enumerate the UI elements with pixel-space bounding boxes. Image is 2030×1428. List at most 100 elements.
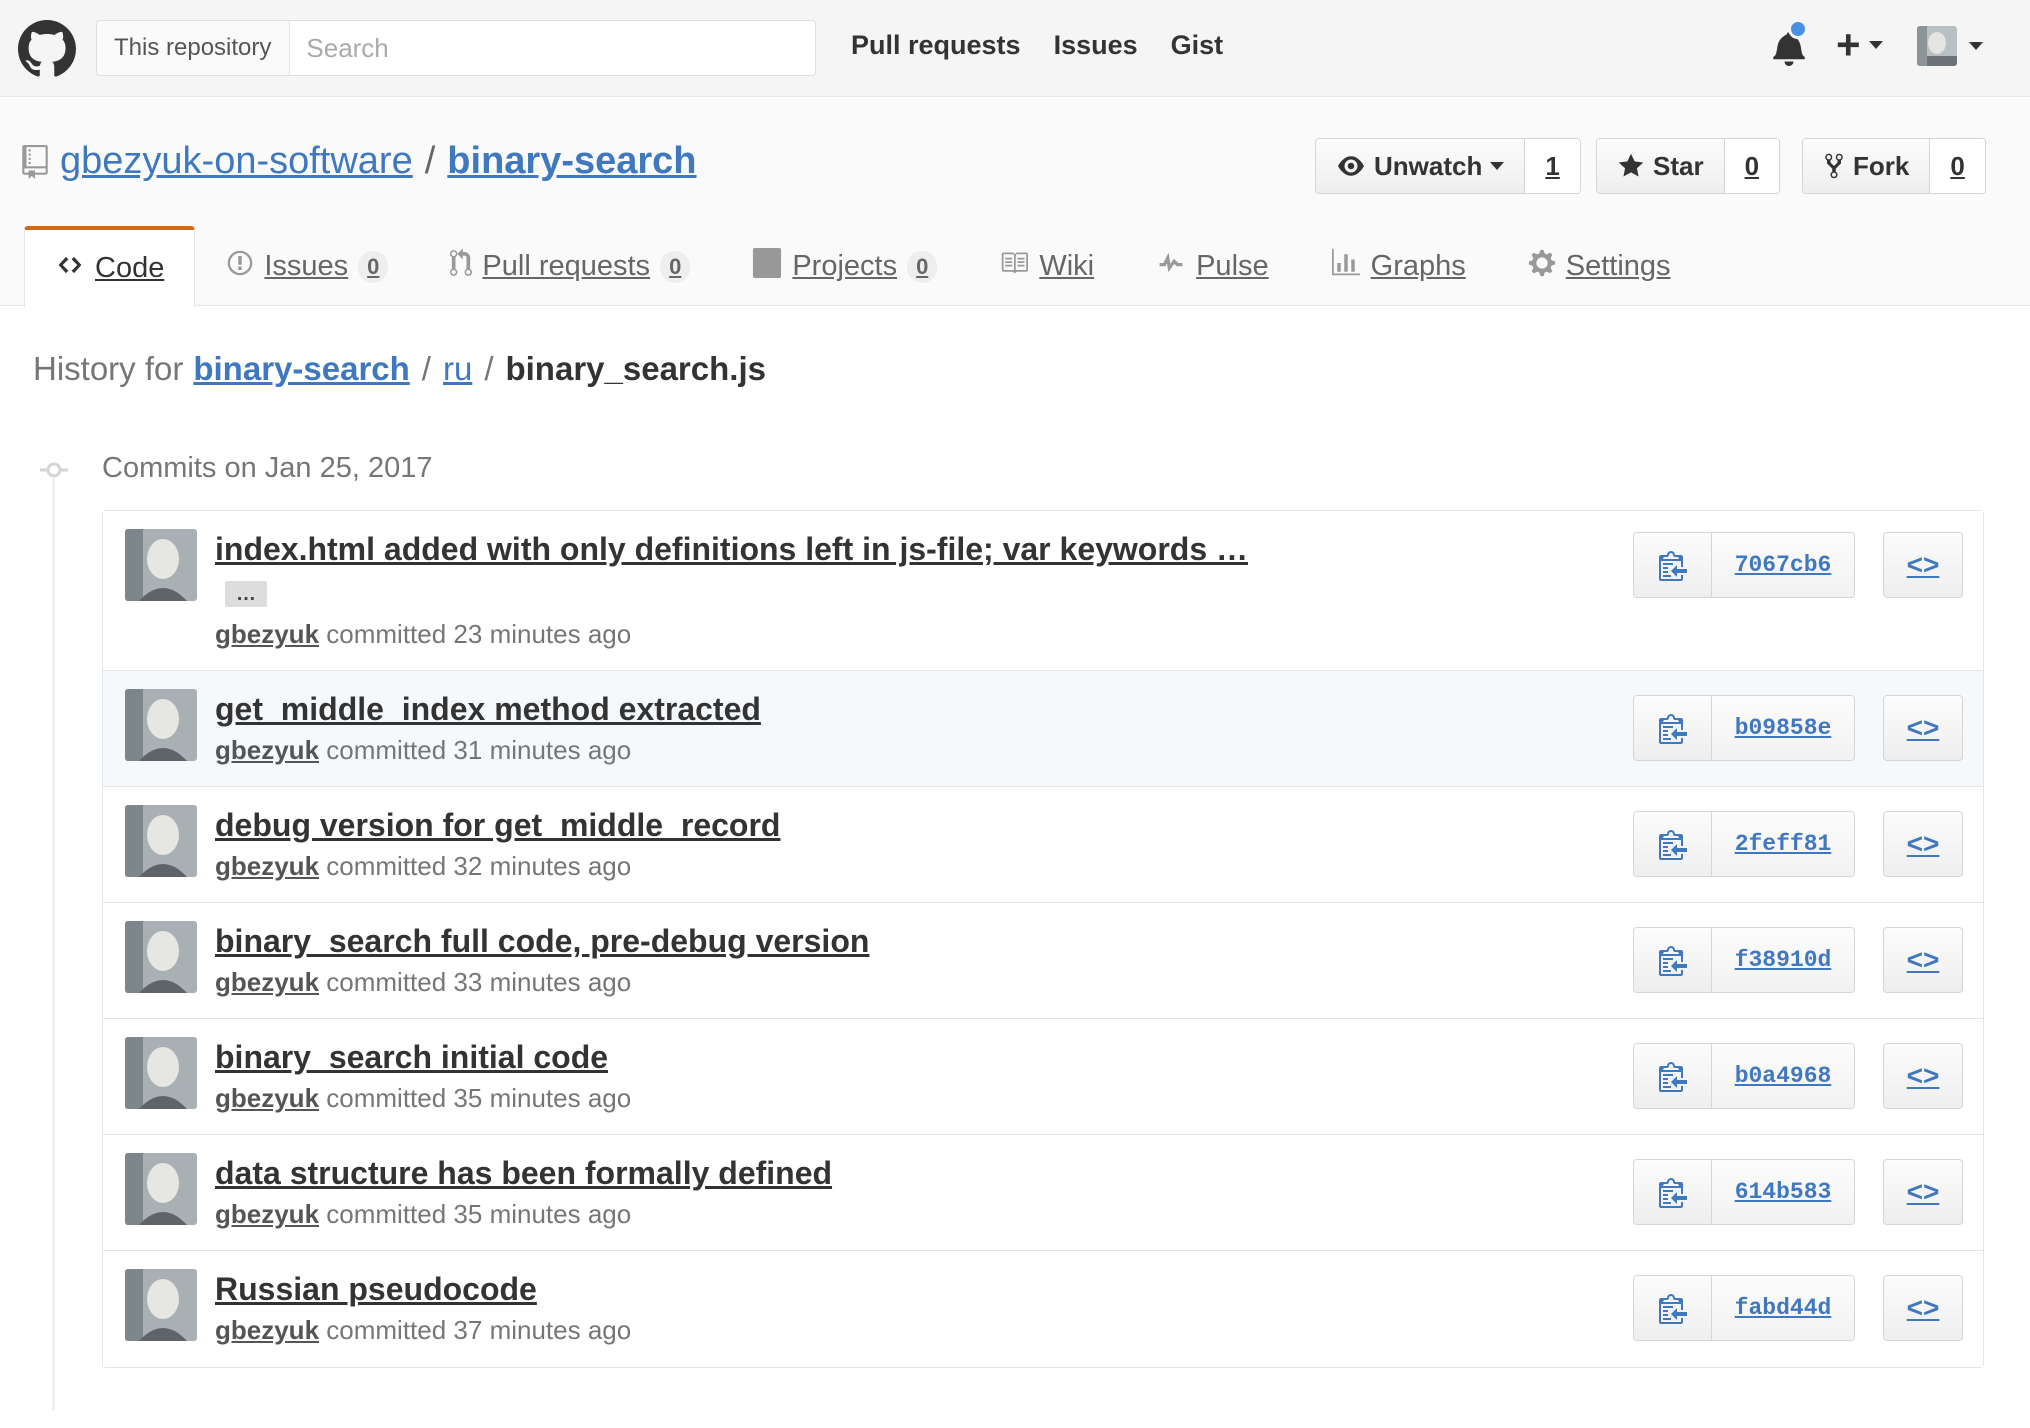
commit-author-link[interactable]: gbezyuk [215, 735, 319, 765]
header-nav-pull-requests[interactable]: Pull requests [851, 30, 1021, 61]
commit-sha-link[interactable]: b0a4968 [1712, 1044, 1854, 1108]
commit-row: binary_search full code, pre-debug versi… [103, 903, 1983, 1019]
copy-sha-button[interactable] [1634, 1276, 1712, 1340]
watch-button-group: Unwatch 1 [1315, 138, 1581, 194]
commit-message-link[interactable]: binary_search initial code [215, 1039, 608, 1076]
commit-author-link[interactable]: gbezyuk [215, 1199, 319, 1229]
pulse-icon [1156, 250, 1186, 284]
avatar[interactable] [125, 805, 197, 877]
repo-owner-link[interactable]: gbezyuk-on-software [60, 140, 413, 183]
browse-files-button[interactable]: <> [1883, 695, 1963, 761]
copy-sha-button[interactable] [1634, 1044, 1712, 1108]
browse-files-button[interactable]: <> [1883, 811, 1963, 877]
commit-message-link[interactable]: index.html added with only definitions l… [215, 531, 1248, 568]
tab-label: Code [95, 252, 165, 284]
watchers-count[interactable]: 1 [1525, 139, 1580, 193]
commit-message-link[interactable]: data structure has been formally defined [215, 1155, 832, 1192]
commit-meta: gbezyuk committed 31 minutes ago [215, 735, 631, 766]
fork-icon [1825, 153, 1843, 179]
commit-row: debug version for get_middle_record gbez… [103, 787, 1983, 903]
avatar[interactable] [125, 689, 197, 761]
sha-button-group: 2feff81 [1633, 811, 1855, 877]
search-input[interactable] [290, 21, 815, 75]
eye-icon [1338, 156, 1364, 176]
commit-sha-link[interactable]: 2feff81 [1712, 812, 1854, 876]
commit-sha-link[interactable]: 614b583 [1712, 1160, 1854, 1224]
browse-files-button[interactable]: <> [1883, 927, 1963, 993]
commit-author-link[interactable]: gbezyuk [215, 619, 319, 649]
forks-count[interactable]: 0 [1930, 139, 1985, 193]
avatar[interactable] [125, 1153, 197, 1225]
browse-files-button[interactable]: <> [1883, 1275, 1963, 1341]
browse-files-button[interactable]: <> [1883, 1043, 1963, 1109]
commit-sha-link[interactable]: b09858e [1712, 696, 1854, 760]
caret-down-icon [1490, 162, 1505, 170]
sha-button-group: fabd44d [1633, 1275, 1855, 1341]
breadcrumb: History for binary-search / ru / binary_… [33, 350, 766, 388]
copy-sha-button[interactable] [1634, 1160, 1712, 1224]
avatar[interactable] [125, 1269, 197, 1341]
commit-author-link[interactable]: gbezyuk [215, 851, 319, 881]
user-dropdown[interactable] [1917, 26, 1983, 66]
graph-icon [1331, 248, 1361, 285]
commit-row: get_middle_index method extracted gbezyu… [103, 671, 1983, 787]
commit-message-link[interactable]: Russian pseudocode [215, 1271, 537, 1308]
repo-name-link[interactable]: binary-search [447, 140, 696, 183]
path-separator: / [421, 350, 431, 387]
tab-label: Graphs [1370, 250, 1466, 282]
header-search: This repository [96, 20, 816, 76]
create-new-dropdown[interactable]: + [1836, 24, 1883, 66]
search-scope-label[interactable]: This repository [97, 21, 291, 75]
header-nav-issues[interactable]: Issues [1054, 30, 1138, 61]
tab-graphs[interactable]: Graphs [1300, 226, 1497, 306]
commit-links: 2feff81 <> [1633, 811, 1963, 877]
star-button[interactable]: Star [1597, 139, 1725, 193]
tab-pulse[interactable]: Pulse [1125, 226, 1300, 306]
commit-links: 614b583 <> [1633, 1159, 1963, 1225]
copy-sha-button[interactable] [1634, 928, 1712, 992]
header-nav-gist[interactable]: Gist [1171, 30, 1224, 61]
commit-sha-link[interactable]: 7067cb6 [1712, 533, 1854, 597]
sha-button-group: f38910d [1633, 927, 1855, 993]
avatar [1917, 26, 1957, 66]
commit-message-link[interactable]: get_middle_index method extracted [215, 691, 761, 728]
avatar[interactable] [125, 1037, 197, 1109]
expand-message-button[interactable]: … [225, 581, 267, 607]
clippy-icon [1658, 830, 1687, 860]
breadcrumb-dir-link[interactable]: ru [443, 350, 472, 388]
clippy-icon [1658, 1294, 1687, 1324]
tab-issues[interactable]: Issues 0 [195, 226, 419, 306]
commit-links: fabd44d <> [1633, 1275, 1963, 1341]
site-header: This repository Pull requests Issues Gis… [0, 0, 2030, 97]
tab-pull-requests[interactable]: Pull requests 0 [419, 226, 721, 306]
copy-sha-button[interactable] [1634, 812, 1712, 876]
commit-author-link[interactable]: gbezyuk [215, 1083, 319, 1113]
commit-row: data structure has been formally defined… [103, 1135, 1983, 1251]
commit-verb: committed [326, 1199, 447, 1229]
github-logo-icon[interactable] [18, 20, 76, 78]
commit-meta: gbezyuk committed 23 minutes ago [215, 619, 631, 650]
tab-settings[interactable]: Settings [1497, 226, 1702, 306]
avatar[interactable] [125, 529, 197, 601]
commit-sha-link[interactable]: fabd44d [1712, 1276, 1854, 1340]
commit-author-link[interactable]: gbezyuk [215, 967, 319, 997]
fork-button[interactable]: Fork [1803, 139, 1931, 193]
star-button-group: Star 0 [1596, 138, 1781, 194]
commit-message-link[interactable]: debug version for get_middle_record [215, 807, 780, 844]
tab-projects[interactable]: Projects 0 [721, 226, 968, 306]
commit-author-link[interactable]: gbezyuk [215, 1315, 319, 1345]
unwatch-button[interactable]: Unwatch [1316, 139, 1526, 193]
avatar[interactable] [125, 921, 197, 993]
issue-icon [226, 249, 254, 285]
copy-sha-button[interactable] [1634, 696, 1712, 760]
tab-wiki[interactable]: Wiki [968, 226, 1125, 306]
plus-icon: + [1836, 21, 1861, 68]
copy-sha-button[interactable] [1634, 533, 1712, 597]
stargazers-count[interactable]: 0 [1724, 139, 1780, 193]
commit-sha-link[interactable]: f38910d [1712, 928, 1854, 992]
breadcrumb-root-link[interactable]: binary-search [193, 350, 409, 388]
browse-files-button[interactable]: <> [1883, 532, 1963, 598]
tab-code[interactable]: Code [24, 226, 196, 307]
browse-files-button[interactable]: <> [1883, 1159, 1963, 1225]
commit-message-link[interactable]: binary_search full code, pre-debug versi… [215, 923, 869, 960]
